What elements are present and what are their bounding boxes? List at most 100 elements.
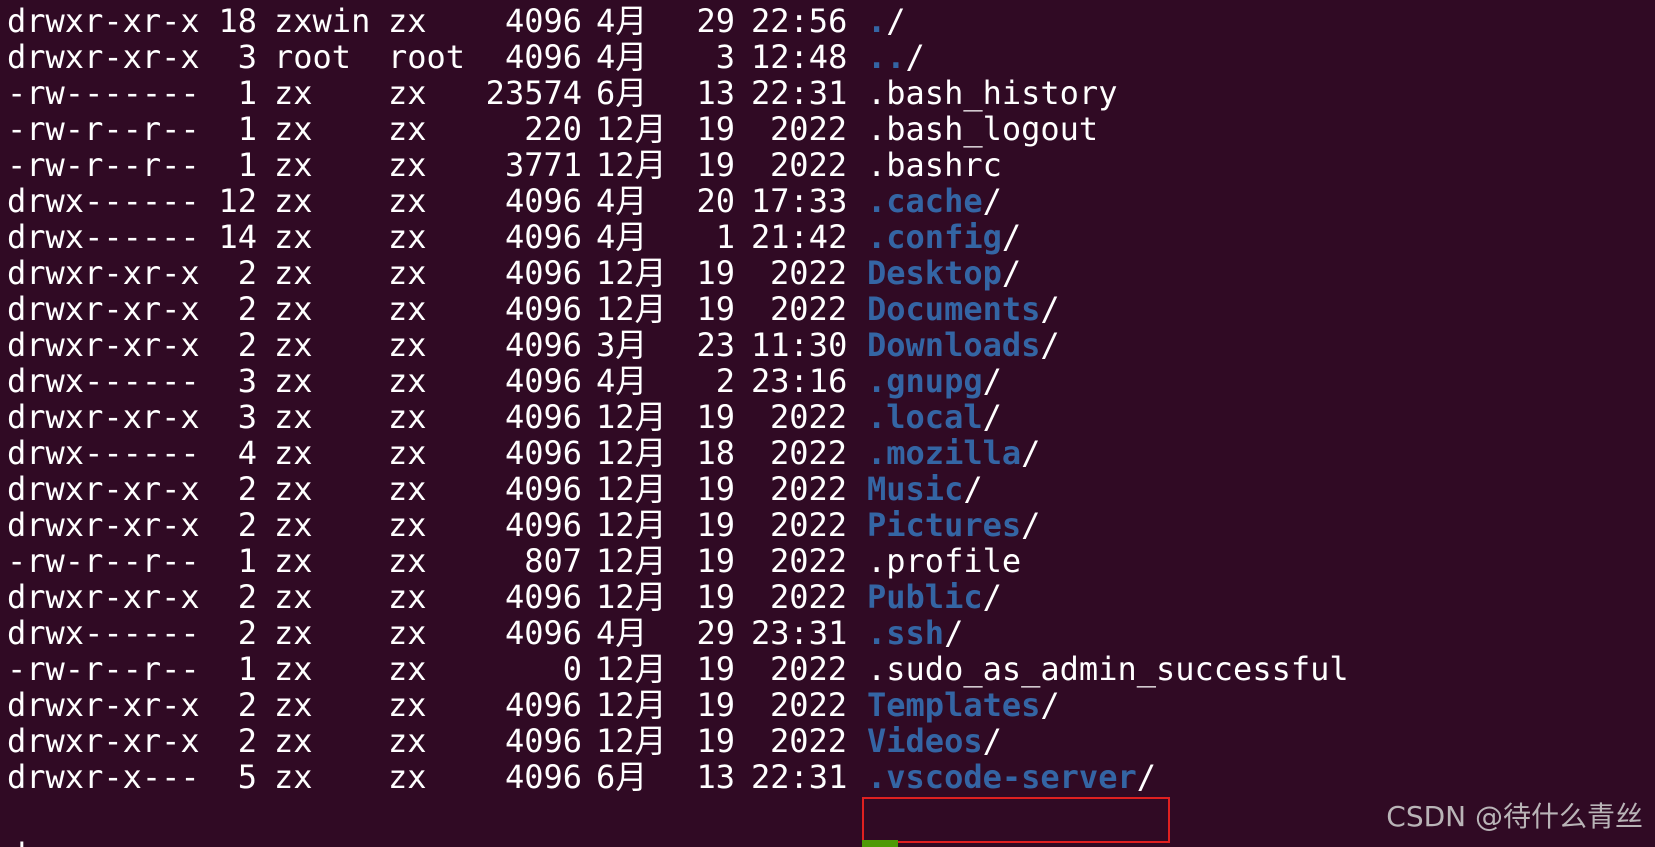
row-month: 4月	[596, 182, 648, 220]
directory-slash: /	[982, 398, 1002, 436]
row-size: 4096	[504, 290, 582, 328]
row-month: 12月	[596, 434, 667, 472]
row-name: Downloads/	[867, 326, 1060, 364]
row-perm: -rw-r--r--	[7, 110, 200, 148]
row-size: 807	[524, 542, 582, 580]
row-time: 2022	[769, 434, 847, 472]
cursor-block	[862, 840, 898, 847]
row-size: 4096	[504, 578, 582, 616]
row-perm: drwxr-xr-x	[7, 290, 200, 328]
terminal-window[interactable]: drwxr-xr-x 18 zxwin zx 4096 4月 29 22:56 ./drwxr-…	[0, 0, 1655, 847]
row-perm: -rw-r--r--	[7, 542, 200, 580]
row-month: 4月	[596, 38, 648, 76]
row-group: zx	[388, 758, 427, 796]
directory-slash: /	[1021, 506, 1041, 544]
row-links: 2	[237, 722, 257, 760]
row-group: zx	[388, 362, 427, 400]
row-name: Documents/	[867, 290, 1060, 328]
row-links: 1	[237, 110, 257, 148]
row-time: 23:16	[751, 362, 848, 400]
row-month: 12月	[596, 542, 667, 580]
row-day: 13	[696, 758, 735, 796]
row-owner: zx	[274, 722, 313, 760]
row-month: 12月	[596, 506, 667, 544]
row-name: .vscode-server/	[867, 758, 1156, 796]
row-group: zx	[388, 326, 427, 364]
directory-name: Desktop	[867, 254, 1002, 292]
directory-slash: /	[982, 722, 1002, 760]
row-links: 2	[237, 686, 257, 724]
row-perm: drwx------	[7, 362, 200, 400]
row-links: 14	[218, 218, 257, 256]
row-size: 4096	[504, 686, 582, 724]
row-group: root	[388, 38, 466, 76]
row-links: 1	[237, 650, 257, 688]
row-links: 2	[237, 578, 257, 616]
row-owner: zx	[274, 758, 313, 796]
row-time: 2022	[769, 650, 847, 688]
row-size: 4096	[504, 38, 582, 76]
row-group: zx	[388, 2, 427, 40]
row-day: 20	[696, 182, 735, 220]
row-day: 19	[696, 542, 735, 580]
row-links: 12	[218, 182, 257, 220]
row-owner: zxwin	[274, 2, 371, 40]
row-owner: zx	[274, 686, 313, 724]
row-links: 5	[237, 758, 257, 796]
row-month: 12月	[596, 470, 667, 508]
row-links: 3	[237, 362, 257, 400]
row-group: zx	[388, 542, 427, 580]
directory-slash: /	[982, 578, 1002, 616]
row-owner: zx	[274, 146, 313, 184]
row-name: Music/	[867, 470, 983, 508]
row-perm: drwxr-xr-x	[7, 578, 200, 616]
row-time: 21:42	[751, 218, 848, 256]
row-size: 220	[524, 110, 582, 148]
row-size: 4096	[504, 758, 582, 796]
directory-slash: /	[1136, 758, 1156, 796]
row-day: 13	[696, 74, 735, 112]
row-time: 11:30	[751, 326, 848, 364]
directory-name: Downloads	[867, 326, 1041, 364]
row-owner: zx	[274, 182, 313, 220]
row-name: ../	[867, 38, 925, 76]
row-perm: drwx------	[7, 182, 200, 220]
row-links: 2	[237, 326, 257, 364]
row-perm: drwxr-xr-x	[7, 722, 200, 760]
row-time: 17:33	[751, 182, 848, 220]
row-day: 19	[696, 578, 735, 616]
row-owner: zx	[274, 110, 313, 148]
row-time: 22:56	[751, 2, 848, 40]
row-day: 18	[696, 434, 735, 472]
directory-name: .vscode-server	[867, 758, 1137, 796]
directory-name: .cache	[867, 182, 983, 220]
directory-name: ..	[867, 38, 906, 76]
row-owner: zx	[274, 218, 313, 256]
row-perm: drwx------	[7, 614, 200, 652]
row-size: 3771	[504, 146, 582, 184]
directory-name: Videos	[867, 722, 983, 760]
row-perm: drwxr-xr-x	[7, 326, 200, 364]
directory-slash: /	[1040, 326, 1060, 364]
row-month: 4月	[596, 362, 648, 400]
row-links: 2	[237, 506, 257, 544]
row-day: 29	[696, 614, 735, 652]
row-name: Desktop/	[867, 254, 1021, 292]
row-group: zx	[388, 722, 427, 760]
row-group: zx	[388, 398, 427, 436]
row-name: Pictures/	[867, 506, 1040, 544]
directory-slash: /	[905, 38, 925, 76]
row-owner: zx	[274, 650, 313, 688]
directory-name: Documents	[867, 290, 1041, 328]
row-time: 2022	[769, 398, 847, 436]
row-size: 4096	[504, 326, 582, 364]
directory-slash: /	[1021, 434, 1041, 472]
row-group: zx	[388, 146, 427, 184]
row-month: 12月	[596, 110, 667, 148]
row-name: Public/	[867, 578, 1002, 616]
row-month: 12月	[596, 398, 667, 436]
file-name: .bash_logout	[867, 110, 1099, 148]
row-group: zx	[388, 110, 427, 148]
row-day: 19	[696, 254, 735, 292]
row-name: .config/	[867, 218, 1021, 256]
